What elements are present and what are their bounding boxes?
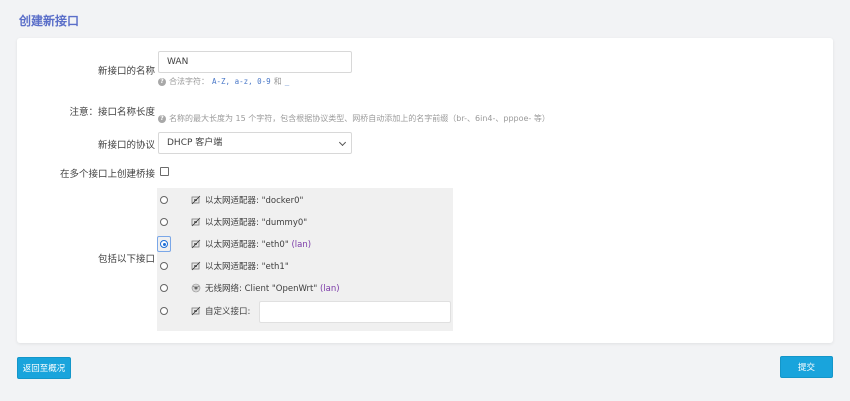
bridge-checkbox[interactable]	[160, 167, 169, 176]
interface-radio[interactable]	[160, 284, 168, 292]
interface-option[interactable]: 以太网适配器: "docker0"	[157, 189, 453, 211]
note-hint: ? 名称的最大长度为 15 个字符，包含根据协议类型、网桥自动添加上的名字前缀（…	[158, 113, 550, 124]
interface-option[interactable]: 以太网适配器: "eth0" (lan)	[157, 233, 453, 255]
interface-radio[interactable]	[160, 218, 168, 226]
interface-option[interactable]: 以太网适配器: "dummy0"	[157, 211, 453, 233]
chevron-down-icon	[338, 138, 347, 147]
back-to-overview-button[interactable]: 返回至概况	[17, 357, 71, 379]
ethernet-adapter-icon	[191, 217, 201, 227]
protocol-label: 新接口的协议	[97, 140, 155, 151]
submit-button[interactable]: 提交	[780, 356, 833, 378]
help-icon: ?	[158, 114, 166, 123]
ethernet-adapter-icon	[191, 239, 201, 249]
interface-tag: (lan)	[319, 284, 340, 294]
help-icon: ?	[158, 77, 166, 86]
interface-radio[interactable]	[160, 240, 168, 248]
cover-interfaces-label: 包括以下接口	[97, 254, 155, 265]
ethernet-adapter-icon	[191, 306, 201, 316]
protocol-select[interactable]: DHCP 客户端	[158, 132, 352, 154]
name-label: 新接口的名称	[97, 66, 155, 77]
interface-label: 以太网适配器: "docker0"	[205, 196, 304, 206]
interface-label: 无线网络: Client "OpenWrt" (lan)	[205, 284, 340, 294]
interface-radio[interactable]	[160, 262, 168, 270]
interface-list: 以太网适配器: "docker0" 以太网适配器: "dummy0" 以太网适配…	[157, 188, 453, 331]
interface-option[interactable]: 无线网络: Client "OpenWrt" (lan)	[157, 277, 453, 299]
name-hint: ? 合法字符： A-Z, a-z, 0-9 和 _	[158, 76, 289, 87]
interface-label: 以太网适配器: "eth1"	[205, 262, 289, 272]
name-hint-chars: A-Z, a-z, 0-9	[212, 77, 271, 86]
name-hint-underscore: _	[284, 77, 290, 86]
bridge-label: 在多个接口上创建桥接	[59, 169, 155, 180]
name-hint-and: 和	[273, 77, 282, 86]
ethernet-adapter-icon	[191, 261, 201, 271]
note-label: 注意：接口名称长度	[69, 107, 155, 118]
custom-interface-label: 自定义接口:	[205, 307, 251, 317]
page-title: 创建新接口	[19, 14, 80, 28]
interface-radio[interactable]	[160, 196, 168, 204]
custom-interface-input[interactable]	[259, 301, 451, 323]
interface-option[interactable]: 以太网适配器: "eth1"	[157, 255, 453, 277]
interface-radio[interactable]	[160, 307, 168, 315]
protocol-select-value: DHCP 客户端	[167, 138, 223, 148]
wireless-icon	[191, 283, 201, 293]
interface-label: 以太网适配器: "eth0" (lan)	[205, 240, 312, 250]
interface-name-input[interactable]	[158, 51, 352, 73]
name-hint-prefix: 合法字符：	[169, 77, 209, 86]
interface-option-custom[interactable]: 自定义接口:	[157, 300, 453, 323]
interface-tag: (lan)	[291, 240, 312, 250]
interface-label: 以太网适配器: "dummy0"	[205, 218, 308, 228]
note-hint-text: 名称的最大长度为 15 个字符，包含根据协议类型、网桥自动添加上的名字前缀（br…	[169, 114, 550, 123]
ethernet-adapter-icon	[191, 195, 201, 205]
